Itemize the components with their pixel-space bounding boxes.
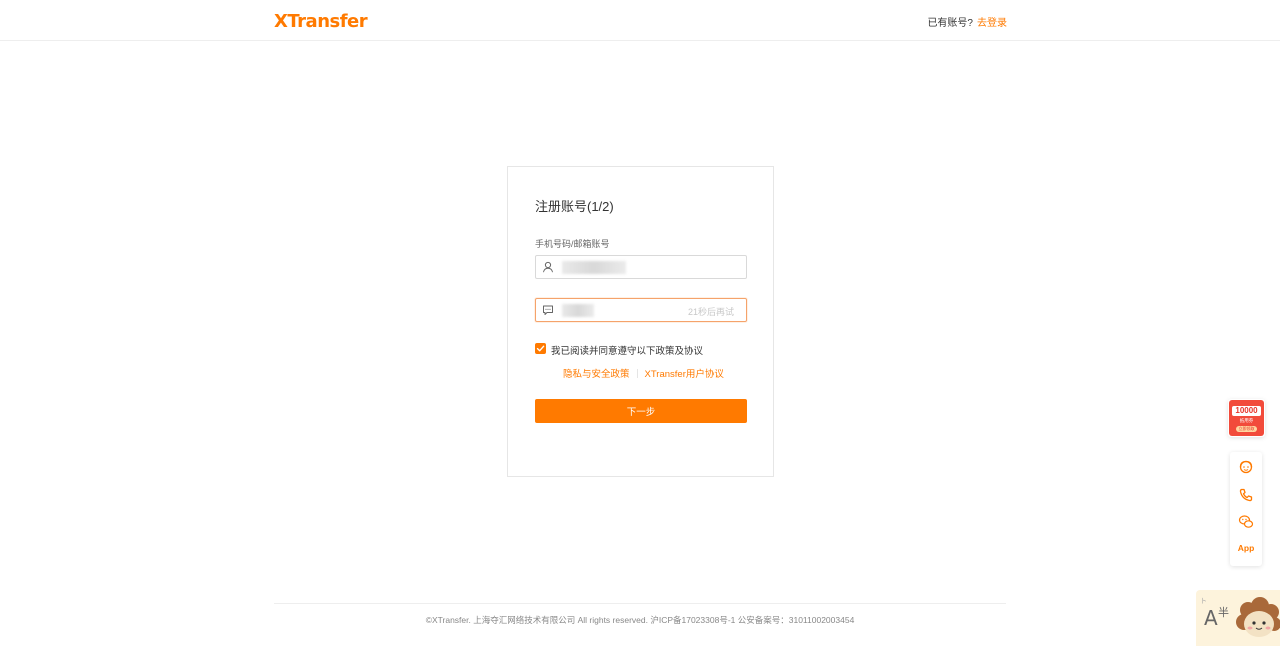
user-icon (543, 261, 553, 273)
mascot-char: 半 (1218, 607, 1229, 619)
app-download-button[interactable]: App (1230, 543, 1262, 553)
xtransfer-logo[interactable]: XTransfer (274, 11, 368, 32)
footer-copyright: ©XTransfer. 上海夺汇网络技术有限公司 All rights rese… (425, 615, 855, 625)
floating-sidebar: App (1230, 452, 1262, 566)
mascot-ear-char: ト (1200, 598, 1207, 605)
resend-countdown: 21秒后再试 (687, 307, 734, 317)
mascot-widget[interactable]: ト A 半 (1196, 590, 1280, 646)
coupon-label: 抵用券 (1239, 418, 1254, 423)
message-icon (543, 305, 553, 315)
account-field-label: 手机号码/邮箱账号 (535, 239, 610, 249)
code-input-box[interactable]: 21秒后再试 (535, 298, 747, 322)
policy-links: 隐私与安全政策 XTransfer用户协议 (563, 366, 724, 380)
wechat-icon[interactable] (1238, 514, 1254, 530)
page-title: 注册账号(1/2) (535, 199, 614, 214)
mascot-letter: A (1204, 606, 1218, 630)
agree-checkbox[interactable] (535, 343, 546, 354)
verification-code-input[interactable] (560, 299, 690, 321)
next-step-button[interactable]: 下一步 (535, 399, 747, 423)
coupon-badge: 10000 抵用券 立即领取 (1229, 400, 1264, 436)
agree-text: 我已阅读并同意遵守以下政策及协议 (551, 346, 704, 357)
link-divider (636, 369, 638, 378)
has-account-text: 已有账号? (927, 18, 973, 29)
account-input-box[interactable] (535, 255, 747, 279)
login-hint: 已有账号? 去登录 (927, 14, 1007, 29)
register-card: 注册账号(1/2) 手机号码/邮箱账号 21秒后再试 我已阅读并同意遵守以下政策… (507, 166, 774, 477)
phone-icon[interactable] (1238, 487, 1254, 503)
customer-service-icon[interactable] (1238, 459, 1254, 475)
coupon-amount: 10000 (1232, 406, 1261, 416)
coupon-claim: 立即领取 (1236, 426, 1257, 432)
user-agreement-link[interactable]: XTransfer用户协议 (645, 369, 724, 380)
check-icon (536, 345, 545, 352)
top-header: XTransfer 已有账号? 去登录 (0, 0, 1280, 41)
login-link[interactable]: 去登录 (977, 18, 1007, 29)
account-input[interactable] (560, 256, 690, 278)
mascot-sheep-icon (1236, 597, 1280, 637)
privacy-policy-link[interactable]: 隐私与安全政策 (563, 369, 630, 380)
coupon-promo-widget[interactable]: 10000 抵用券 立即领取 (1228, 399, 1265, 437)
footer-divider (274, 603, 1006, 604)
